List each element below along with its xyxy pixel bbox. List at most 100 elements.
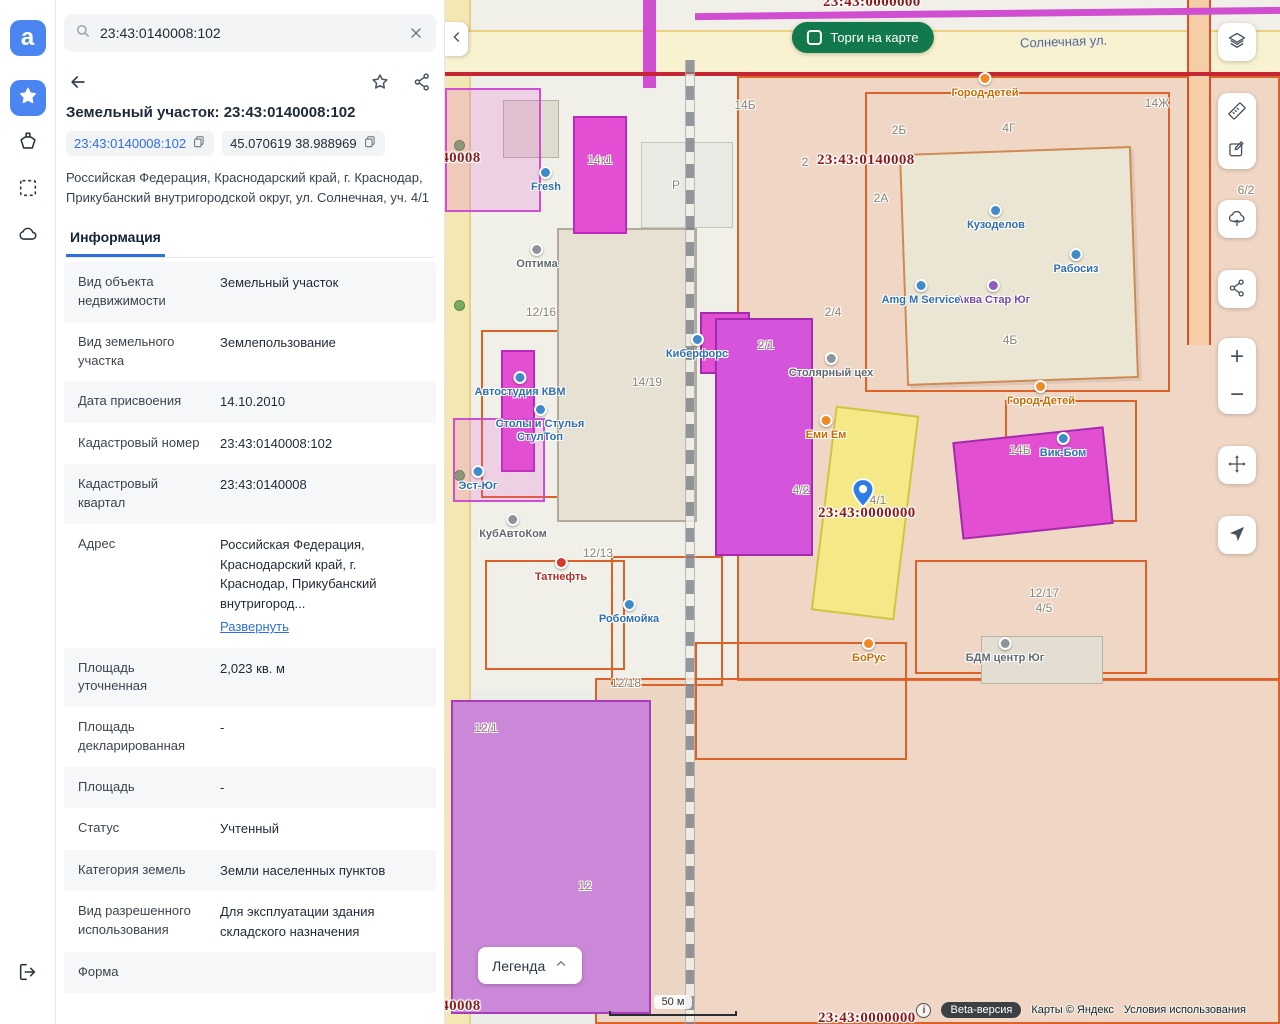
blue-poi-icon: [623, 598, 636, 611]
auctions-toggle-label: Торги на карте: [830, 30, 918, 45]
cadastral-quarter-label: 23:43:0000000: [823, 0, 921, 11]
map-poi[interactable]: Робомойка: [599, 598, 659, 626]
map-poi[interactable]: Amg M Service: [882, 279, 961, 307]
gray-poi-icon: [531, 243, 544, 256]
orange-poi-icon: [820, 414, 833, 427]
blue-poi-icon: [691, 333, 704, 346]
layers-button[interactable]: [1218, 23, 1256, 61]
area-measure-button[interactable]: [10, 126, 46, 162]
selected-parcel-pin[interactable]: [849, 478, 877, 513]
pan-mode-button[interactable]: [1218, 446, 1256, 484]
star-icon: [17, 85, 39, 112]
blue-poi-icon: [915, 279, 928, 292]
map-poi[interactable]: КубАвтоКом: [479, 513, 547, 541]
gray-poi-icon: [998, 637, 1011, 650]
copy-icon[interactable]: [363, 135, 377, 152]
map-poi[interactable]: Вик-Бом: [1040, 432, 1087, 460]
zoom-in-button[interactable]: +: [1218, 338, 1256, 376]
search-icon: [74, 22, 92, 45]
location-arrow-icon: [1228, 525, 1246, 546]
collapse-sidebar-button[interactable]: [445, 22, 468, 56]
map-poi[interactable]: Столярный цех: [789, 352, 873, 380]
parcel-number-label: 4/2: [793, 483, 810, 497]
cadastral-number-text: 23:43:0140008:102: [74, 136, 186, 151]
search-input[interactable]: [100, 25, 398, 41]
share-object-button[interactable]: [410, 70, 434, 94]
map-poi[interactable]: Аква Стар Юг: [956, 279, 1030, 307]
map-poi[interactable]: Татнефть: [535, 556, 587, 584]
map-poi[interactable]: Рабосиз: [1053, 248, 1098, 276]
poi-label: Киберфорс: [666, 348, 728, 361]
map-canvas[interactable]: 14Б2Б4Г14Ж14к122А6/2Р12/162/42/14Б14/194…: [445, 0, 1280, 1024]
map-poi[interactable]: Столы и Стулья СтулТоп: [490, 403, 590, 443]
tab-bar: Информация: [66, 223, 434, 258]
chevron-up-icon: [554, 957, 568, 974]
map-poi[interactable]: Кузоделов: [967, 204, 1025, 232]
parcel-number-label: 14Б: [1009, 443, 1030, 457]
parcel-number-label: 14/19: [632, 375, 662, 389]
app-logo[interactable]: a: [10, 20, 46, 56]
poi-label: КубАвтоКом: [479, 528, 547, 541]
locate-me-button[interactable]: [1218, 516, 1256, 554]
poi-label: Fresh: [531, 181, 561, 194]
parcel-number-label: Р: [672, 178, 680, 192]
favorite-object-button[interactable]: [368, 70, 392, 94]
ruler-button[interactable]: [1218, 93, 1256, 131]
parcel-number-label: 12: [578, 879, 591, 893]
map-poi[interactable]: БДМ центр Юг: [966, 637, 1045, 665]
terms-link[interactable]: Условия использования: [1124, 1004, 1246, 1016]
gray-poi-icon: [825, 352, 838, 365]
maps-copyright[interactable]: Карты © Яндекс: [1031, 1004, 1114, 1016]
share-map-button[interactable]: [1218, 270, 1256, 308]
logout-button[interactable]: [10, 956, 46, 992]
auctions-on-map-toggle[interactable]: Торги на карте: [791, 22, 933, 53]
legend-button[interactable]: Легенда: [478, 947, 582, 984]
orange-poi-icon: [1034, 380, 1047, 393]
clear-search-button[interactable]: [406, 23, 426, 43]
coordinates-chip[interactable]: 45.070619 38.988969: [222, 131, 385, 156]
table-row: СтатусУчтенный: [64, 808, 436, 850]
cadastral-quarter-label: 23:43:0000000: [818, 1010, 916, 1024]
railway: [685, 60, 695, 1024]
expand-address-link[interactable]: Развернуть: [220, 617, 422, 637]
map-poi[interactable]: БоРус: [852, 637, 886, 665]
map-poi[interactable]: Еми Ем: [806, 414, 847, 442]
info-icon[interactable]: i: [916, 1003, 931, 1018]
poi-label: Столы и Стулья СтулТоп: [490, 418, 590, 443]
parcel-number-label: 12/1: [474, 721, 497, 735]
favorites-button[interactable]: [10, 80, 46, 116]
blue-poi-icon: [1057, 432, 1070, 445]
plus-icon: +: [1230, 345, 1244, 369]
minus-icon: −: [1230, 383, 1244, 407]
poi-label: Аква Стар Юг: [956, 294, 1030, 307]
zoom-out-button[interactable]: −: [1218, 376, 1256, 414]
gray-poi-icon: [506, 513, 519, 526]
edit-button[interactable]: [1218, 131, 1256, 169]
map-poi[interactable]: Эст-Юг: [459, 465, 498, 493]
ruler-icon: [1227, 101, 1247, 124]
table-row: Категория земельЗемли населенных пунктов: [64, 850, 436, 892]
poi-label: Amg M Service: [882, 294, 961, 307]
map-poi[interactable]: Город Детей: [1007, 380, 1075, 408]
map-poi[interactable]: Fresh: [531, 166, 561, 194]
back-button[interactable]: [66, 70, 90, 94]
parcel-number-label: 2: [802, 155, 809, 169]
cloud-button[interactable]: [10, 218, 46, 254]
search-bar[interactable]: [64, 14, 436, 52]
map-poi[interactable]: Город детей: [952, 72, 1019, 100]
map-poi[interactable]: Киберфорс: [666, 333, 728, 361]
upload-button[interactable]: [1218, 200, 1256, 238]
cadastral-number-chip[interactable]: 23:43:0140008:102: [66, 131, 214, 156]
polygon-icon: [17, 131, 39, 158]
parcel-number-label: 4/5: [1036, 601, 1053, 615]
tab-information[interactable]: Информация: [66, 223, 165, 257]
select-region-button[interactable]: [10, 172, 46, 208]
map-poi[interactable]: Автостудия КВМ: [474, 371, 565, 399]
street-label: Солнечная ул.: [1020, 32, 1108, 50]
map-poi[interactable]: Оптима: [516, 243, 557, 271]
poi-label: Эст-Юг: [459, 480, 498, 493]
building: [557, 228, 697, 522]
copy-icon[interactable]: [192, 135, 206, 152]
table-row: Вид разрешенного использованияДля эксплу…: [64, 891, 436, 952]
checkbox-icon[interactable]: [806, 30, 821, 45]
